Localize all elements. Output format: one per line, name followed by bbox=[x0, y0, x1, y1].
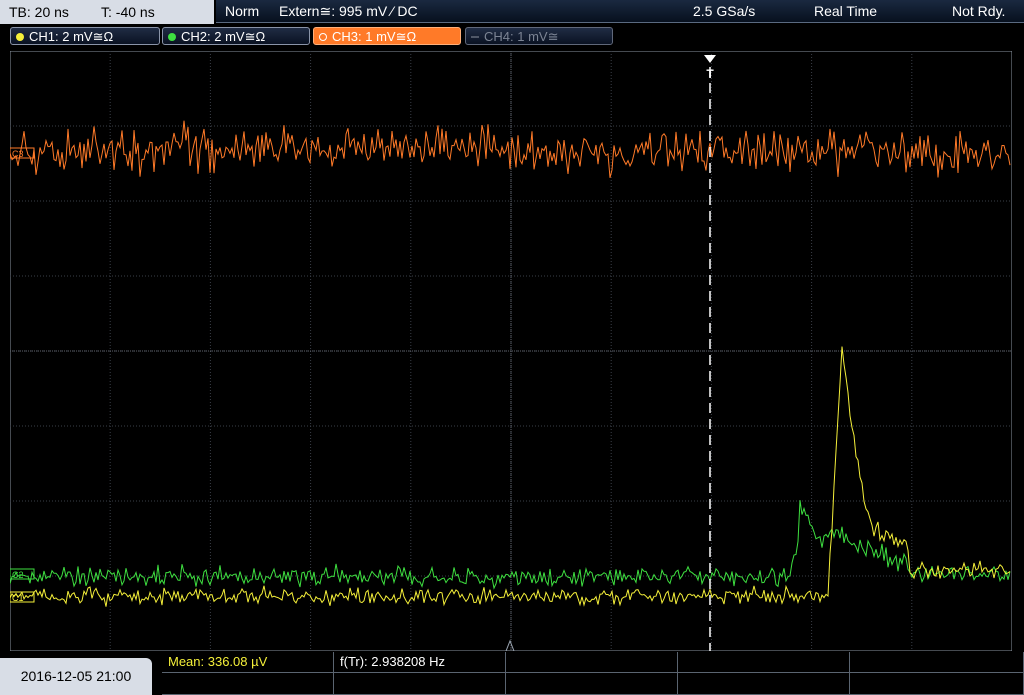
trigger-time-label: T: -40 ns bbox=[101, 4, 155, 20]
status-label: Not Rdy. bbox=[952, 3, 1006, 19]
measurement-slot[interactable] bbox=[162, 673, 334, 695]
acquisition-mode-label: Real Time bbox=[814, 3, 878, 19]
ch3-indicator-icon bbox=[319, 33, 327, 41]
ch1-label: CH1: 2 mV≅Ω bbox=[29, 29, 114, 44]
ch2-label: CH2: 2 mV≅Ω bbox=[181, 29, 266, 44]
datetime-label: 2016-12-05 21:00 bbox=[0, 658, 152, 695]
channel-bar: CH1: 2 mV≅Ω CH2: 2 mV≅Ω CH3: 1 mV≅Ω CH4:… bbox=[0, 25, 1024, 47]
ch1-indicator-icon bbox=[16, 33, 24, 41]
ch3-marker-label: C3 bbox=[12, 149, 24, 159]
measurement-slot[interactable] bbox=[506, 673, 678, 695]
frequency-measurement[interactable]: f(Tr): 2.938208 Hz bbox=[334, 652, 506, 673]
measurement-slot[interactable] bbox=[850, 652, 1024, 673]
ch3-label: CH3: 1 mV≅Ω bbox=[332, 29, 417, 44]
channel-tab-ch1[interactable]: CH1: 2 mV≅Ω bbox=[10, 27, 160, 45]
trigger-source-label: Extern≅: 995 mV ⁄ DC bbox=[279, 3, 418, 19]
waveform-display[interactable]: T C3 C2 C1 bbox=[10, 51, 1012, 651]
timebase-label: TB: 20 ns bbox=[9, 4, 69, 20]
measurement-slot[interactable] bbox=[678, 652, 850, 673]
channel-tab-ch2[interactable]: CH2: 2 mV≅Ω bbox=[162, 27, 310, 45]
mean-measurement[interactable]: Mean: 336.08 µV bbox=[162, 652, 334, 673]
measurement-slot[interactable] bbox=[678, 673, 850, 695]
ch4-label: CH4: 1 mV≅ bbox=[484, 29, 559, 44]
channel-tab-ch4[interactable]: CH4: 1 mV≅ bbox=[465, 27, 613, 45]
trigger-mode-label: Norm bbox=[225, 3, 260, 19]
status-bar: TB: 20 ns T: -40 ns Norm Extern≅: 995 mV… bbox=[0, 0, 1024, 24]
ch2-indicator-icon bbox=[168, 33, 176, 41]
measurement-slot[interactable] bbox=[850, 673, 1024, 695]
ch2-marker-label: C2 bbox=[12, 570, 24, 580]
measurement-slot[interactable] bbox=[334, 673, 506, 695]
trigger-marker: T bbox=[706, 67, 714, 81]
ch1-marker-label: C1 bbox=[12, 593, 24, 603]
trigger-panel[interactable]: Norm Extern≅: 995 mV ⁄ DC 2.5 GSa/s Real… bbox=[216, 0, 1024, 23]
ch4-indicator-icon bbox=[471, 36, 479, 38]
measurement-slot[interactable] bbox=[506, 652, 678, 673]
sample-rate-label: 2.5 GSa/s bbox=[693, 3, 756, 19]
measurement-table: Mean: 336.08 µV f(Tr): 2.938208 Hz bbox=[162, 652, 1024, 695]
timebase-panel[interactable]: TB: 20 ns T: -40 ns bbox=[0, 0, 214, 24]
channel-tab-ch3[interactable]: CH3: 1 mV≅Ω bbox=[313, 27, 461, 45]
